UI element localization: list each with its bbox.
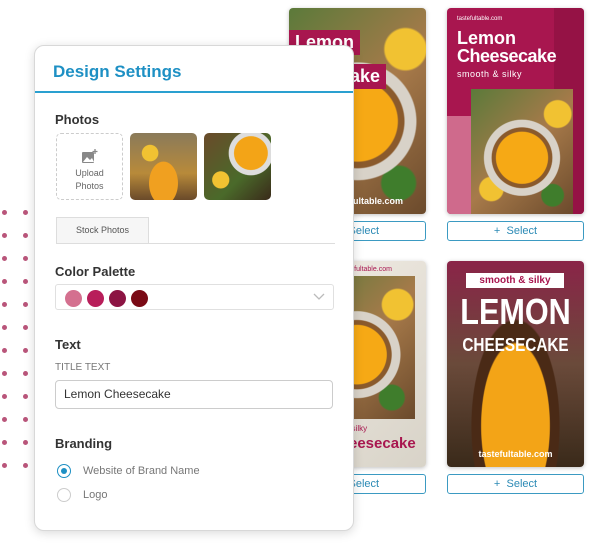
tab-stock-photos[interactable]: Stock Photos	[56, 217, 149, 243]
template-card-4[interactable]: smooth & silky LEMON CHEESECAKE tasteful…	[447, 261, 584, 467]
radio-website-label: Website of Brand Name	[83, 465, 200, 477]
decorative-dot	[23, 302, 28, 307]
title-text-input[interactable]: Lemon Cheesecake	[55, 380, 333, 409]
design-settings-panel: Design Settings Photos Upload Photos Sto…	[34, 45, 354, 531]
plus-icon: +	[493, 225, 501, 237]
decorative-dot	[2, 348, 7, 353]
decorative-dot	[23, 256, 28, 261]
template-title: LEMON	[460, 291, 571, 332]
decorative-dot	[23, 417, 28, 422]
template-title-2: Cheesecake	[457, 46, 557, 66]
decorative-dot	[2, 417, 7, 422]
decorative-dot	[2, 256, 7, 261]
title-divider	[35, 91, 353, 93]
select-button-4[interactable]: + Select	[447, 474, 584, 494]
select-button-2[interactable]: + Select	[447, 221, 584, 241]
title-text-label: TITLE TEXT	[55, 362, 111, 373]
decorative-dot	[23, 233, 28, 238]
photo-thumbnail-1[interactable]	[130, 133, 197, 200]
chevron-down-icon	[313, 293, 325, 300]
accent-block	[447, 116, 471, 214]
swatch-1	[65, 290, 82, 307]
decorative-dot	[2, 440, 7, 445]
decorative-dot	[23, 440, 28, 445]
template-tagline: smooth & silky	[466, 273, 564, 288]
radio-logo-label: Logo	[83, 489, 108, 501]
decorative-dot	[23, 371, 28, 376]
swatch-4	[131, 290, 148, 307]
decorative-dot	[23, 210, 28, 215]
decorative-dot	[23, 325, 28, 330]
swatch-3	[109, 290, 126, 307]
select-label: Select	[506, 225, 538, 237]
decorative-dot	[23, 394, 28, 399]
select-label: Select	[506, 478, 538, 490]
template-photo	[471, 89, 573, 214]
template-title-2: CHEESECAKE	[462, 335, 569, 355]
template-site: tastefultable.com	[478, 449, 553, 459]
upload-label-2: Photos	[75, 181, 104, 191]
decorative-dot	[2, 463, 7, 468]
color-palette-select[interactable]	[55, 284, 334, 310]
swatch-2	[87, 290, 104, 307]
decorative-dot	[2, 233, 7, 238]
radio-logo[interactable]	[57, 488, 71, 502]
decorative-dot	[2, 279, 7, 284]
upload-label: Upload	[75, 168, 104, 178]
decorative-dot	[23, 348, 28, 353]
decorative-dot	[2, 371, 7, 376]
text-heading: Text	[55, 337, 81, 352]
decorative-dot	[23, 279, 28, 284]
color-palette-heading: Color Palette	[55, 264, 136, 279]
plus-icon: +	[493, 478, 501, 490]
decorative-dot	[2, 394, 7, 399]
photo-thumbnail-2[interactable]	[204, 133, 271, 200]
upload-photos-button[interactable]: Upload Photos	[56, 133, 123, 200]
decorative-dot	[23, 463, 28, 468]
panel-title: Design Settings	[53, 62, 182, 81]
decorative-dot	[2, 210, 7, 215]
template-site: tastefultable.com	[457, 16, 503, 22]
decorative-dot	[2, 325, 7, 330]
branding-heading: Branding	[55, 436, 113, 451]
radio-website[interactable]	[57, 464, 71, 478]
decorative-dot	[2, 302, 7, 307]
template-tagline: smooth & silky	[457, 69, 523, 79]
tab-divider	[56, 243, 335, 244]
template-card-2[interactable]: tastefultable.com Lemon Cheesecake smoot…	[447, 8, 584, 214]
photos-heading: Photos	[55, 112, 100, 127]
add-image-icon	[81, 149, 97, 163]
